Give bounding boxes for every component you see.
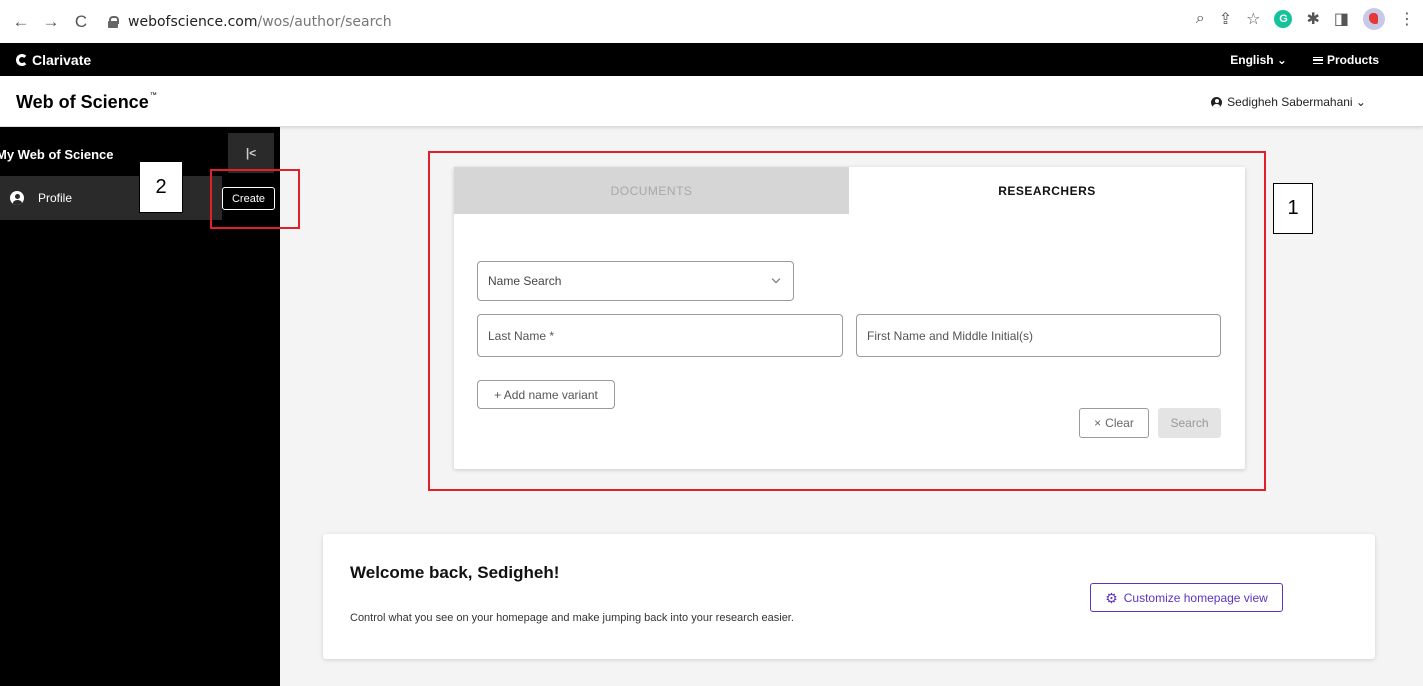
annotation-label-1: 1 — [1273, 183, 1313, 234]
address-bar[interactable]: webofscience.com/wos/author/search — [108, 9, 1248, 35]
welcome-card: Welcome back, Sedigheh! Control what you… — [323, 534, 1375, 659]
side-panel-icon[interactable]: ◨ — [1334, 9, 1349, 29]
clear-button[interactable]: × Clear — [1079, 408, 1149, 438]
browser-toolbar: ← → C webofscience.com/wos/author/search… — [0, 0, 1423, 43]
tab-documents[interactable]: DOCUMENTS — [454, 167, 849, 214]
browser-menu-icon[interactable]: ⋮ — [1399, 9, 1415, 29]
gear-icon: ⚙ — [1105, 589, 1118, 606]
browser-profile-avatar[interactable] — [1363, 8, 1385, 30]
close-icon: × — [1094, 416, 1102, 430]
user-icon — [1211, 96, 1223, 108]
search-card: DOCUMENTS RESEARCHERS Name Search Last N… — [454, 167, 1245, 469]
add-name-variant-button[interactable]: + Add name variant — [477, 380, 615, 409]
welcome-description: Control what you see on your homepage an… — [350, 612, 794, 624]
clarivate-logo[interactable]: Clarivate — [16, 52, 91, 68]
url-path: /wos/author/search — [257, 14, 392, 30]
search-type-value: Name Search — [488, 274, 562, 288]
user-name: Sedigheh Sabermahani ⌄ — [1227, 95, 1366, 109]
products-menu[interactable]: Products — [1312, 52, 1379, 67]
sidebar-title: My Web of Science — [0, 147, 114, 162]
url-domain: webofscience.com — [128, 14, 258, 30]
browser-actions: ⌕ ⇪ ☆ G ✱ ◨ ⋮ — [1196, 8, 1415, 30]
clarivate-logo-icon — [16, 53, 28, 66]
forward-arrow-icon[interactable]: → — [38, 9, 64, 35]
clear-label: Clear — [1105, 416, 1134, 430]
annotation-label-2: 2 — [139, 161, 183, 213]
last-name-placeholder: Last Name * — [488, 328, 555, 343]
reload-icon[interactable]: C — [68, 9, 94, 35]
sidebar-item-profile[interactable]: Profile — [0, 176, 222, 220]
lock-icon — [108, 16, 119, 28]
create-profile-button[interactable]: Create — [222, 187, 275, 210]
wos-logo-text: Web of Science — [16, 92, 149, 112]
collapse-sidebar-icon[interactable]: |< — [228, 133, 274, 173]
first-name-placeholder: First Name and Middle Initial(s) — [867, 328, 1034, 343]
chevron-down-icon — [771, 274, 781, 284]
browser-nav: ← → C — [8, 9, 94, 35]
first-name-input[interactable]: First Name and Middle Initial(s) — [856, 314, 1221, 357]
top-right-menu: English ⌄ Products — [1230, 43, 1379, 76]
search-type-select[interactable]: Name Search — [477, 261, 794, 301]
star-icon[interactable]: ☆ — [1246, 9, 1260, 29]
language-selector[interactable]: English ⌄ — [1230, 53, 1287, 67]
tab-researchers[interactable]: RESEARCHERS — [849, 167, 1245, 214]
share-icon[interactable]: ⇪ — [1219, 9, 1232, 29]
wos-logo[interactable]: Web of Science™ — [16, 92, 157, 113]
last-name-input[interactable]: Last Name * — [477, 314, 843, 357]
products-label: Products — [1326, 52, 1379, 67]
sidebar-item-label: Profile — [38, 191, 73, 205]
wos-header: Web of Science™ Sedigheh Sabermahani ⌄ — [0, 76, 1423, 127]
user-circle-icon — [10, 191, 24, 205]
clarivate-brand: Clarivate — [32, 51, 92, 68]
search-button[interactable]: Search — [1158, 408, 1221, 438]
customize-label: Customize homepage view — [1123, 590, 1268, 605]
user-menu[interactable]: Sedigheh Sabermahani ⌄ — [1211, 95, 1366, 109]
customize-homepage-button[interactable]: ⚙ Customize homepage view — [1090, 583, 1283, 612]
hamburger-icon — [1312, 56, 1323, 64]
welcome-title: Welcome back, Sedigheh! — [350, 563, 560, 582]
grammarly-extension-icon[interactable]: G — [1274, 10, 1293, 28]
back-arrow-icon[interactable]: ← — [8, 9, 34, 35]
extensions-puzzle-icon[interactable]: ✱ — [1306, 9, 1319, 29]
zoom-icon[interactable]: ⌕ — [1196, 10, 1205, 28]
trademark-sign: ™ — [149, 92, 157, 99]
clarivate-bar: Clarivate English ⌄ Products — [0, 43, 1423, 76]
